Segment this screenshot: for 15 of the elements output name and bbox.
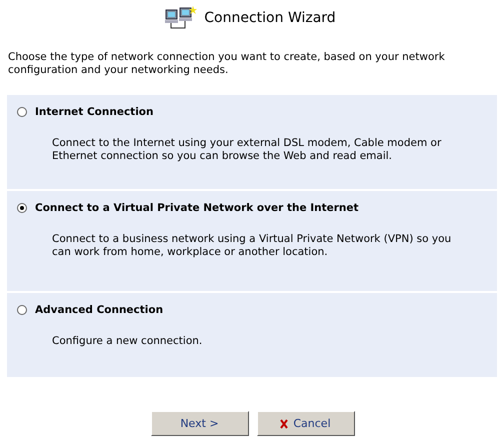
radio-button[interactable] (17, 203, 27, 213)
close-icon (280, 418, 288, 428)
radio-button[interactable] (17, 107, 27, 117)
next-button[interactable]: Next > (150, 411, 248, 436)
radio-button[interactable] (17, 305, 27, 315)
option-description: Configure a new connection. (52, 335, 204, 348)
intro-text: Choose the type of network connection you want to create, based on your network configuration and your networking needs. (8, 51, 446, 77)
cancel-button[interactable]: Cancel (256, 411, 354, 436)
wizard-title: Connection Wizard (204, 10, 336, 26)
option-label[interactable]: Advanced Connection (35, 304, 164, 316)
option-label[interactable]: Connect to a Virtual Private Network over the Internet (35, 202, 359, 214)
option-description: Connect to a business network using a Virtual Private Network (VPN) so you can work from home, workplace or another location. (52, 233, 452, 259)
option-description: Connect to the Internet using your external DSL modem, Cable modem or Ethernet connection so you can browse the Web and read email. (52, 137, 442, 163)
option-label[interactable]: Internet Connection (35, 106, 154, 118)
network-computers-icon (164, 6, 198, 30)
